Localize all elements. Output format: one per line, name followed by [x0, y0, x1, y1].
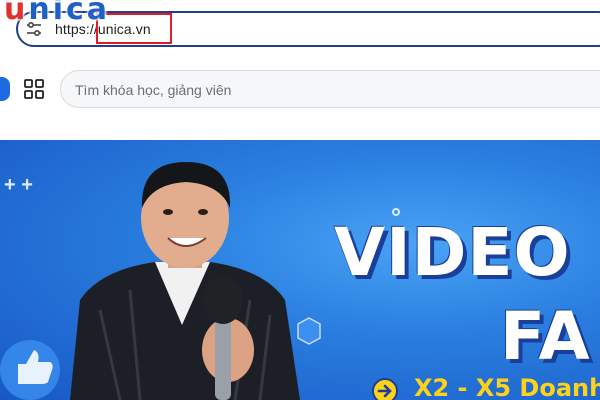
site-header	[0, 58, 600, 122]
header-gap	[0, 122, 600, 140]
logo-text-rest: nica	[28, 0, 111, 27]
logo-letter-u: u	[4, 0, 29, 27]
hero-banner[interactable]: + + VIDEO FA X2 - X5 Doanh	[0, 140, 600, 400]
unica-logo: unica	[4, 0, 110, 27]
facebook-badge-icon	[297, 317, 321, 345]
thumbs-up-icon	[0, 340, 60, 400]
arrow-right-icon	[372, 378, 398, 400]
grid-icon[interactable]	[24, 79, 44, 99]
site-logo-partial[interactable]	[0, 77, 10, 101]
search-box[interactable]	[60, 70, 600, 108]
search-input[interactable]	[75, 80, 575, 100]
banner-headline-2: FA	[500, 298, 591, 375]
banner-headline-1: VIDEO	[334, 214, 571, 291]
banner-subline: X2 - X5 Doanh	[414, 374, 600, 400]
sparkle-icon: + +	[4, 174, 33, 196]
presenter-image	[70, 162, 300, 400]
